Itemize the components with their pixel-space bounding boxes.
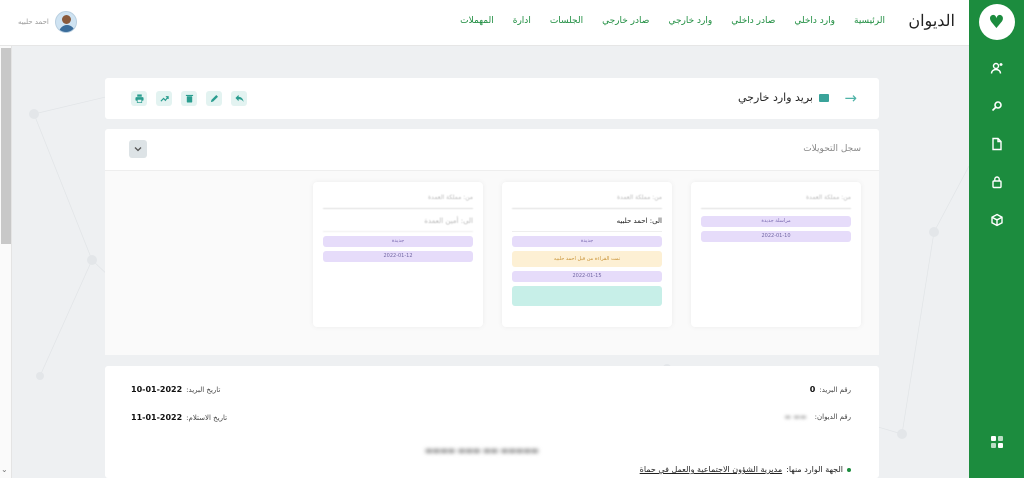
- main-menu: الرئيسية وارد داخلي صادر داخلي وارد خارج…: [460, 16, 885, 26]
- transfer-from: من: مملكة العمدة: [701, 190, 851, 209]
- collapse-button[interactable]: [129, 140, 147, 158]
- mail-date-label: تاريخ البريد:: [186, 386, 221, 394]
- transfer-step: من: مملكة العمدة الى: أمين العمدة جديدة …: [313, 182, 483, 327]
- receipt-date-row: تاريخ الاستلام: 11-01-2022: [131, 413, 227, 422]
- transfers-title: سجل التحويلات: [803, 144, 861, 154]
- toolbar: [131, 91, 247, 106]
- date-badge: 2022-01-10: [701, 231, 851, 242]
- status-badge: مراسلة جديدة: [701, 216, 851, 227]
- receipt-date-value: 11-01-2022: [131, 413, 183, 422]
- transfer-to: الى: احمد حلبيه: [512, 209, 662, 232]
- scrollbar[interactable]: ⌄: [0, 46, 12, 478]
- user-menu[interactable]: احمد حلبيه: [18, 11, 77, 33]
- apps-grid-icon[interactable]: [990, 433, 1003, 452]
- logo-icon[interactable]: ♥: [978, 4, 1015, 40]
- document-icon[interactable]: [987, 134, 1007, 154]
- mail-date-value: 10-01-2022: [131, 385, 183, 394]
- redacted-text: ▬▬ ▬: [784, 413, 807, 421]
- mail-info-card: رقم البريد: 0 تاريخ البريد: 10-01-2022 ر…: [105, 366, 879, 478]
- edit-icon[interactable]: [206, 91, 222, 106]
- search-icon[interactable]: [987, 96, 1007, 116]
- source-row: الجهة الوارد منها: مديرية الشؤون الاجتما…: [640, 465, 851, 474]
- scrollbar-thumb[interactable]: [1, 48, 11, 244]
- brand-title[interactable]: الديوان: [908, 11, 955, 30]
- envelope-icon: [819, 93, 829, 102]
- note-badge: [512, 286, 662, 306]
- date-badge: 2022-01-12: [323, 251, 473, 262]
- redacted-heading: ▬▬▬▬▬ ▬▬ ▬▬▬ ▬▬▬▬: [425, 446, 539, 455]
- status-badge: جديدة: [323, 236, 473, 247]
- delete-icon[interactable]: [181, 91, 197, 106]
- nav-incoming-external[interactable]: وارد خارجي: [668, 16, 712, 26]
- source-label: الجهة الوارد منها:: [786, 465, 843, 474]
- transfer-from: من: مملكة العمدة: [512, 190, 662, 209]
- page-title: بريد وارد خارجي: [738, 91, 829, 104]
- chevron-down-icon[interactable]: ⌄: [1, 465, 8, 474]
- reply-icon[interactable]: [231, 91, 247, 106]
- transfers-flow: من: مملكة العمدة مراسلة جديدة 2022-01-10…: [105, 170, 879, 355]
- transfer-step: من: مملكة العمدة مراسلة جديدة 2022-01-10: [691, 182, 861, 327]
- nav-sessions[interactable]: الجلسات: [550, 16, 583, 26]
- diwan-number-label: رقم الديوان:: [814, 413, 851, 421]
- status-badge: جديدة: [512, 236, 662, 247]
- receipt-date-label: تاريخ الاستلام:: [186, 414, 228, 422]
- box-icon[interactable]: [987, 210, 1007, 230]
- page-header-card: → بريد وارد خارجي: [105, 78, 879, 119]
- lock-icon[interactable]: [987, 172, 1007, 192]
- source-value[interactable]: مديرية الشؤون الاجتماعية والعمل في حماة: [640, 465, 782, 474]
- user-add-icon[interactable]: [987, 58, 1007, 78]
- transfer-step: من: مملكة العمدة الى: احمد حلبيه جديدة ت…: [502, 182, 672, 327]
- mail-number-label: رقم البريد:: [819, 386, 851, 394]
- transfer-to: الى: أمين العمدة: [323, 209, 473, 232]
- diwan-number-row: رقم الديوان: ▬▬ ▬: [785, 413, 851, 421]
- nav-outgoing-internal[interactable]: صادر داخلي: [731, 16, 775, 26]
- transfers-log-card: سجل التحويلات من: مملكة العمدة مراسلة جد…: [105, 129, 879, 355]
- mail-number-value: 0: [809, 385, 816, 394]
- back-arrow-icon[interactable]: →: [844, 89, 857, 107]
- avatar[interactable]: [54, 11, 77, 33]
- top-navbar: الديوان الرئيسية وارد داخلي صادر داخلي و…: [0, 0, 969, 46]
- date-badge: 2022-01-15: [512, 271, 662, 282]
- nav-administration[interactable]: ادارة: [513, 16, 531, 26]
- transfer-icon[interactable]: [156, 91, 172, 106]
- sidebar: ♥: [969, 0, 1024, 478]
- mail-number-row: رقم البريد: 0: [810, 385, 851, 394]
- read-status-badge: تمت القراءة من قبل احمد حلبيه: [512, 251, 662, 267]
- page-title-text: بريد وارد خارجي: [738, 91, 813, 104]
- user-name: احمد حلبيه: [18, 18, 49, 26]
- nav-incoming-internal[interactable]: وارد داخلي: [794, 16, 835, 26]
- mail-date-row: تاريخ البريد: 10-01-2022: [131, 385, 220, 394]
- print-icon[interactable]: [131, 91, 147, 106]
- nav-trash[interactable]: المهملات: [460, 16, 494, 26]
- nav-home[interactable]: الرئيسية: [854, 16, 885, 26]
- bullet-icon: [847, 467, 851, 472]
- transfer-from: من: مملكة العمدة: [323, 190, 473, 209]
- nav-outgoing-external[interactable]: صادر خارجي: [602, 16, 649, 26]
